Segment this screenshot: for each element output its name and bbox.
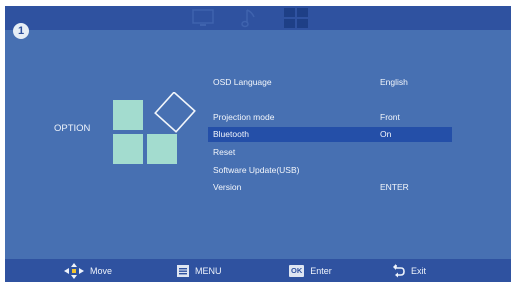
menu-row-label: Projection mode — [213, 112, 275, 122]
menu-row-version[interactable]: Version ENTER — [208, 180, 452, 195]
menu-row-label: Version — [213, 182, 242, 192]
menu-row-bluetooth[interactable]: Bluetooth On — [208, 127, 452, 142]
option-grid-icon — [113, 91, 203, 168]
menu-row-value: English — [380, 77, 408, 87]
menu-row-value: On — [380, 129, 392, 139]
menu-row-osd-language[interactable]: OSD Language English — [208, 75, 452, 90]
menu-hint: MENU — [177, 259, 222, 282]
menu-row-label: Bluetooth — [213, 129, 249, 139]
return-arrow-icon — [393, 263, 405, 277]
menu-row-software-update[interactable]: Software Update(USB) — [208, 163, 452, 178]
exit-hint-label: Exit — [411, 265, 427, 276]
exit-hint: Exit — [393, 259, 426, 282]
menu-icon — [177, 264, 189, 277]
monitor-icon[interactable] — [191, 7, 215, 29]
move-hint: Move — [64, 259, 112, 282]
osd-screen: 1 OPTION OSD Language English Projection… — [5, 6, 511, 282]
menu-row-value: Front — [380, 112, 400, 122]
option-grid-icon[interactable] — [283, 7, 309, 29]
four-way-arrow-icon — [64, 262, 84, 279]
move-hint-label: Move — [90, 265, 113, 276]
menu-row-label: OSD Language — [213, 77, 272, 87]
menu-row-projection-mode[interactable]: Projection mode Front — [208, 110, 452, 125]
top-tab-bar — [5, 6, 511, 30]
bottom-hint-bar: Move MENU OK Enter Exit — [5, 259, 511, 282]
menu-row-reset[interactable]: Reset — [208, 145, 452, 160]
menu-row-label: Reset — [213, 147, 236, 157]
music-note-icon[interactable] — [239, 7, 259, 29]
menu-hint-label: MENU — [195, 265, 222, 276]
enter-hint: OK Enter — [289, 259, 332, 282]
section-title: OPTION — [54, 123, 91, 134]
page-number-badge: 1 — [13, 23, 29, 39]
ok-key-icon: OK — [289, 264, 305, 277]
menu-row-value: ENTER — [380, 182, 409, 192]
menu-row-label: Software Update(USB) — [213, 165, 300, 175]
enter-hint-label: Enter — [310, 265, 332, 276]
